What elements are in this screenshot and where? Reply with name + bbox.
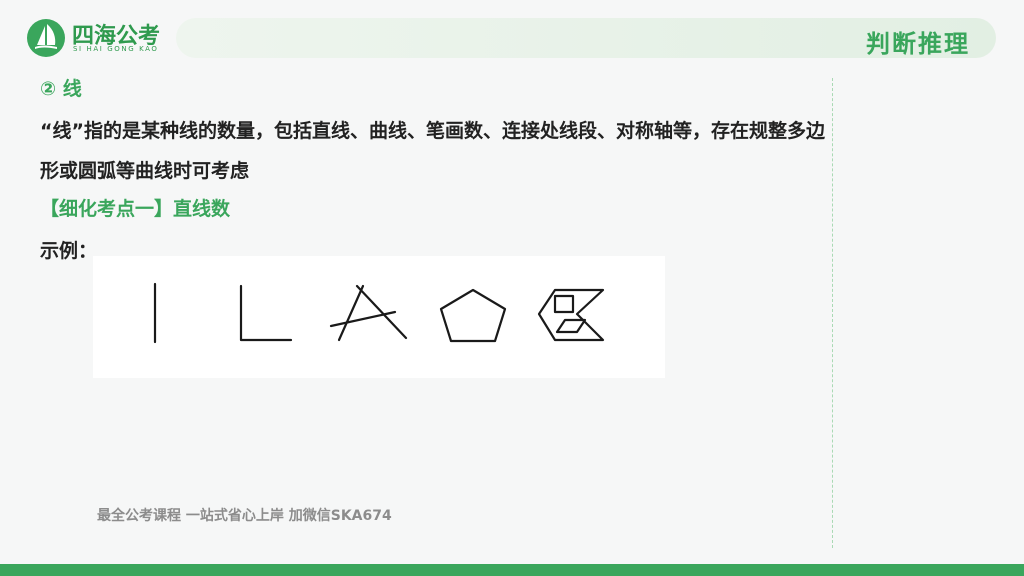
pentagon-shape (439, 288, 507, 343)
topic-paragraph: “线”指的是某种线的数量，包括直线、曲线、笔画数、连接处线段、对称轴等，存在规整… (40, 120, 825, 182)
example-figure-svg (153, 282, 605, 344)
crossed-lines-shape (329, 284, 408, 342)
promo-text: 最全公考课程 一站式省心上岸 加微信SKA674 (97, 508, 392, 524)
topic-heading: ② 线 (40, 78, 82, 100)
bottom-bar (0, 564, 1024, 576)
sub-heading: 【细化考点一】直线数 (40, 198, 231, 220)
section-title: 判断推理 (866, 30, 970, 58)
example-figure (93, 256, 665, 378)
logo-subtitle: SI HAI GONG KAO (73, 45, 159, 53)
sailboat-logo-icon (27, 19, 65, 57)
right-angle-shape (239, 284, 293, 342)
example-label: 示例： (40, 240, 98, 262)
composite-shape (537, 288, 605, 342)
logo: 四海公考 SI HAI GONG KAO (26, 14, 176, 62)
